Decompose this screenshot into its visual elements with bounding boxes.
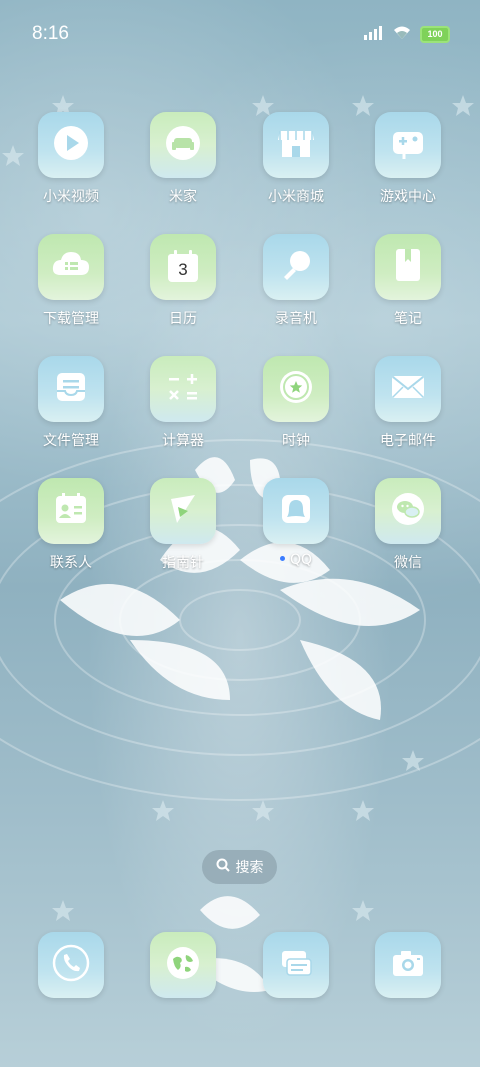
- app-label: 电子邮件: [380, 433, 436, 449]
- dock-browser[interactable]: [133, 932, 233, 998]
- calendar-icon: 3: [163, 247, 203, 287]
- signal-icon: [364, 25, 384, 44]
- app-label: 下载管理: [43, 311, 99, 327]
- app-tile[interactable]: [375, 112, 441, 178]
- app-downloads[interactable]: 下载管理: [21, 234, 121, 328]
- app-label: QQ: [246, 552, 346, 568]
- store-icon: [275, 123, 317, 167]
- phone-icon: [51, 943, 91, 987]
- app-label: 游戏中心: [380, 189, 436, 205]
- envelope-icon: [387, 367, 429, 411]
- battery-icon: 100: [420, 26, 450, 43]
- wechat-icon: [388, 489, 428, 533]
- app-tile[interactable]: [38, 478, 104, 544]
- app-tile[interactable]: [263, 932, 329, 998]
- app-mi-store[interactable]: 小米商城: [246, 112, 346, 206]
- app-calculator[interactable]: 计算器: [133, 356, 233, 450]
- app-qq[interactable]: QQ: [246, 478, 346, 568]
- dock-camera[interactable]: [358, 932, 458, 998]
- app-label: 时钟: [282, 433, 310, 449]
- app-label: 笔记: [394, 311, 422, 327]
- calculator-icon: [163, 367, 203, 411]
- search-label: 搜索: [235, 860, 264, 876]
- status-bar: 8:16 100: [0, 0, 480, 68]
- app-label: 小米商城: [268, 189, 324, 205]
- messages-icon: [276, 943, 316, 987]
- app-mi-video[interactable]: 小米视频: [21, 112, 121, 206]
- app-clock[interactable]: 时钟: [246, 356, 346, 450]
- app-tile[interactable]: [150, 478, 216, 544]
- app-tile[interactable]: [375, 356, 441, 422]
- app-tile[interactable]: [38, 234, 104, 300]
- dock-messages[interactable]: [246, 932, 346, 998]
- camera-icon: [388, 943, 428, 987]
- status-time: 8:16: [32, 23, 69, 44]
- wifi-icon: [392, 25, 412, 44]
- app-wechat[interactable]: 微信: [358, 478, 458, 572]
- cloud-download-icon: [50, 245, 92, 289]
- app-tile[interactable]: [38, 112, 104, 178]
- calendar-day: 3: [178, 260, 188, 279]
- search-button[interactable]: 搜索: [202, 850, 277, 884]
- app-label: 小米视频: [43, 189, 99, 205]
- app-label: 日历: [169, 311, 197, 327]
- status-icons: 100: [364, 25, 450, 44]
- app-tile[interactable]: [150, 932, 216, 998]
- app-tile[interactable]: [375, 932, 441, 998]
- sofa-icon: [163, 123, 203, 167]
- folder-icon: [51, 367, 91, 411]
- app-label: 联系人: [50, 555, 92, 571]
- app-label: 指南针: [162, 555, 204, 571]
- clock-icon: [276, 367, 316, 411]
- notification-dot: [279, 555, 285, 561]
- app-tile[interactable]: [375, 234, 441, 300]
- microphone-icon: [276, 245, 316, 289]
- app-compass[interactable]: 指南针: [133, 478, 233, 572]
- app-tile[interactable]: [375, 478, 441, 544]
- app-label: 文件管理: [43, 433, 99, 449]
- app-recorder[interactable]: 录音机: [246, 234, 346, 328]
- app-file-manager[interactable]: 文件管理: [21, 356, 121, 450]
- app-tile[interactable]: [38, 932, 104, 998]
- gamepad-icon: [388, 123, 428, 167]
- browser-icon: [163, 943, 203, 987]
- app-tile[interactable]: [150, 112, 216, 178]
- app-tile[interactable]: [38, 356, 104, 422]
- contact-card-icon: [51, 489, 91, 533]
- compass-icon: [163, 489, 203, 533]
- app-tile[interactable]: [263, 112, 329, 178]
- app-tile[interactable]: [263, 234, 329, 300]
- app-label: 微信: [394, 555, 422, 571]
- app-tile[interactable]: 3: [150, 234, 216, 300]
- app-contacts[interactable]: 联系人: [21, 478, 121, 572]
- app-tile[interactable]: [150, 356, 216, 422]
- app-label: 米家: [169, 189, 197, 205]
- app-label: 录音机: [275, 311, 317, 327]
- app-email[interactable]: 电子邮件: [358, 356, 458, 450]
- app-tile[interactable]: [263, 478, 329, 544]
- app-calendar[interactable]: 3 日历: [133, 234, 233, 328]
- app-label: 计算器: [162, 433, 204, 449]
- dock-phone[interactable]: [21, 932, 121, 998]
- app-tile[interactable]: [263, 356, 329, 422]
- app-mijia[interactable]: 米家: [133, 112, 233, 206]
- notebook-icon: [388, 245, 428, 289]
- play-icon: [51, 123, 91, 167]
- search-icon: [216, 858, 230, 876]
- app-label-text: QQ: [289, 552, 313, 568]
- qq-icon: [276, 489, 316, 533]
- app-game-center[interactable]: 游戏中心: [358, 112, 458, 206]
- app-notes[interactable]: 笔记: [358, 234, 458, 328]
